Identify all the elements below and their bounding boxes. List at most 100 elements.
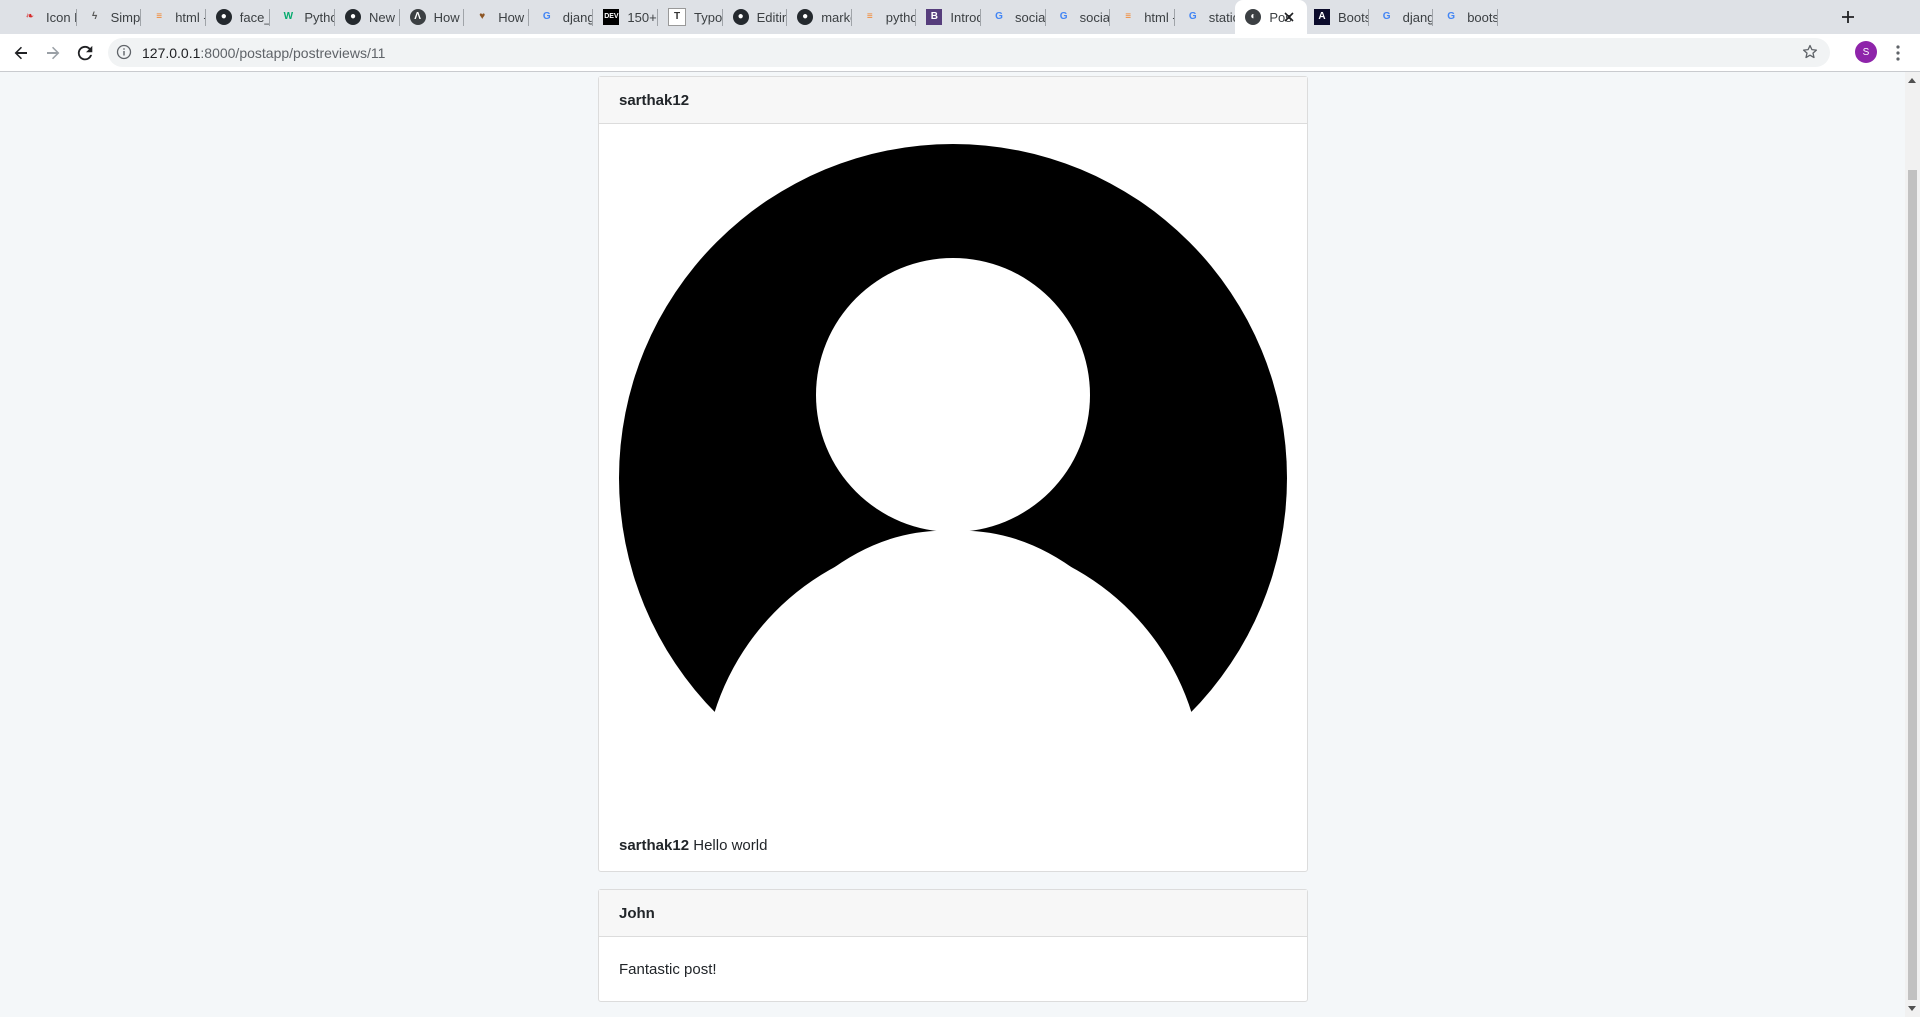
tab-label: Icon Lo (46, 9, 77, 25)
browser-tab[interactable]: ● markd (787, 0, 852, 34)
post-caption: sarthak12 Hello world (619, 837, 767, 854)
browser-tab[interactable]: Gdjango (529, 0, 594, 34)
url-path: :8000/postapp/postreviews/11 (200, 45, 386, 61)
tab-label: Bootst (1338, 9, 1369, 25)
github-icon: ● (215, 9, 232, 25)
browser-tab[interactable]: ≡ html - I (1110, 0, 1175, 34)
browser-tab[interactable]: W Python (270, 0, 335, 34)
angular-icon: A (1314, 9, 1330, 25)
back-button[interactable] (9, 41, 33, 65)
tab-label: 150+ B (627, 9, 658, 25)
globe-icon: ◐ (1245, 9, 1262, 25)
tab-strip: ❧Icon LoϟSimple≡html - S●face_aiWPython●… (0, 0, 1920, 34)
caption-text: Hello world (693, 837, 768, 854)
arc-icon: Λ (409, 9, 426, 25)
tab-label: django (1402, 9, 1434, 25)
tab-label: Typora (694, 9, 723, 25)
browser-tab[interactable]: ≡ html - S (141, 0, 206, 34)
tab-label: social a (1015, 9, 1046, 25)
tab-label: face_ai (239, 9, 271, 25)
tab-label: New Fil (369, 9, 400, 25)
tab-label: bootstr (1467, 9, 1498, 25)
browser-tab[interactable]: Gsocial a (981, 0, 1046, 34)
comment-card: John Fantastic post! (598, 889, 1308, 1002)
post-author: sarthak12 (599, 77, 1307, 124)
google-icon: G (995, 11, 1003, 22)
browser-tab[interactable]: ❧ Icon Lo (12, 0, 77, 34)
github-icon: ● (345, 9, 361, 25)
tab-label: Introdu (950, 9, 981, 25)
tab-label: markd (821, 9, 852, 25)
stackoverflow-icon: ≡ (1125, 11, 1132, 22)
caption-author: sarthak12 (619, 837, 690, 854)
browser-tab[interactable]: Gsocial i (1046, 0, 1111, 34)
more-vert-icon (1896, 45, 1900, 61)
dev-icon: DEV (603, 9, 620, 25)
address-bar[interactable]: 127.0.0.1:8000/postapp/postreviews/11 (108, 38, 1830, 67)
tab-label: html - I (1144, 9, 1175, 25)
tab-label: Editing (756, 9, 788, 25)
browser-tab[interactable]: Λ How to (400, 0, 465, 34)
browser-tab[interactable]: Gbootstr (1433, 0, 1498, 34)
tab-label: django (562, 9, 594, 25)
browser-toolbar: 127.0.0.1:8000/postapp/postreviews/11 (0, 34, 1920, 72)
tab-label: social i (1079, 9, 1111, 25)
browser-tab[interactable]: A Bootst (1304, 0, 1369, 34)
google-icon: G (1188, 11, 1197, 22)
scroll-thumb[interactable] (1908, 170, 1917, 1000)
browser-tab[interactable]: ● New Fil (335, 0, 400, 34)
info-icon[interactable] (116, 44, 132, 60)
forward-button[interactable] (41, 41, 65, 65)
reload-icon (77, 45, 93, 61)
url-text: 127.0.0.1:8000/postapp/postreviews/11 (142, 45, 385, 61)
google-icon: G (1447, 11, 1456, 22)
browser-tab[interactable]: DEV 150+ B (593, 0, 658, 34)
tab-label: How to (433, 9, 465, 25)
browser-tab[interactable]: Gdjango (1369, 0, 1434, 34)
tab-label: How to (498, 9, 529, 25)
browser-tab[interactable]: ◐ Pos (1235, 0, 1308, 34)
new-tab-button[interactable] (1836, 5, 1860, 29)
profile-avatar[interactable]: S (1855, 41, 1877, 63)
reload-button[interactable] (73, 41, 97, 65)
page-scrollbar[interactable] (1905, 72, 1920, 1017)
stackoverflow-icon: ≡ (866, 11, 873, 22)
dog-icon: ♥ (479, 11, 486, 22)
browser-tab[interactable]: ♥ How to (464, 0, 529, 34)
tab-close-button[interactable] (1281, 9, 1297, 25)
github-icon: ● (797, 9, 814, 25)
browser-tab[interactable]: ● Editing (723, 0, 788, 34)
tab-label: Python (304, 9, 335, 25)
close-icon (1284, 12, 1294, 22)
browser-tab[interactable]: ● face_ai (206, 0, 271, 34)
comment-text: Fantastic post! (619, 961, 717, 978)
arrow-right-icon (47, 46, 60, 60)
google-icon: G (1059, 11, 1068, 22)
browser-tab[interactable]: Gstatic f (1175, 0, 1240, 34)
tab-label: Simple (110, 9, 142, 25)
comment-author: John (599, 890, 1307, 937)
browser-tab[interactable]: ϟ Simple (77, 0, 142, 34)
google-icon: G (542, 11, 551, 22)
bootstrap-icon: B (926, 9, 943, 25)
profile-initial: S (1862, 46, 1870, 58)
typora-icon: T (668, 8, 686, 26)
github-icon: ● (732, 9, 749, 25)
browser-tab[interactable]: ≡ python (852, 0, 917, 34)
user-avatar-icon (619, 144, 1287, 724)
browser-tab[interactable]: T Typora (658, 0, 723, 34)
post-image (619, 144, 1287, 724)
scroll-down-arrow[interactable] (1908, 1006, 1916, 1011)
arrow-left-icon (14, 46, 27, 60)
tab-label: html - S (175, 9, 206, 25)
tab-label: python (885, 9, 917, 25)
scroll-up-arrow[interactable] (1908, 78, 1916, 83)
stackoverflow-icon: ≡ (156, 11, 163, 22)
tab-separator (1496, 9, 1498, 26)
browser-menu-button[interactable] (1886, 41, 1910, 65)
url-host: 127.0.0.1 (142, 45, 201, 61)
lightning-icon: ϟ (91, 11, 98, 22)
bookmark-star-icon[interactable] (1802, 44, 1818, 60)
browser-tab[interactable]: B Introdu (916, 0, 981, 34)
post-card: sarthak12 sarthak12 Hello world (598, 76, 1308, 872)
